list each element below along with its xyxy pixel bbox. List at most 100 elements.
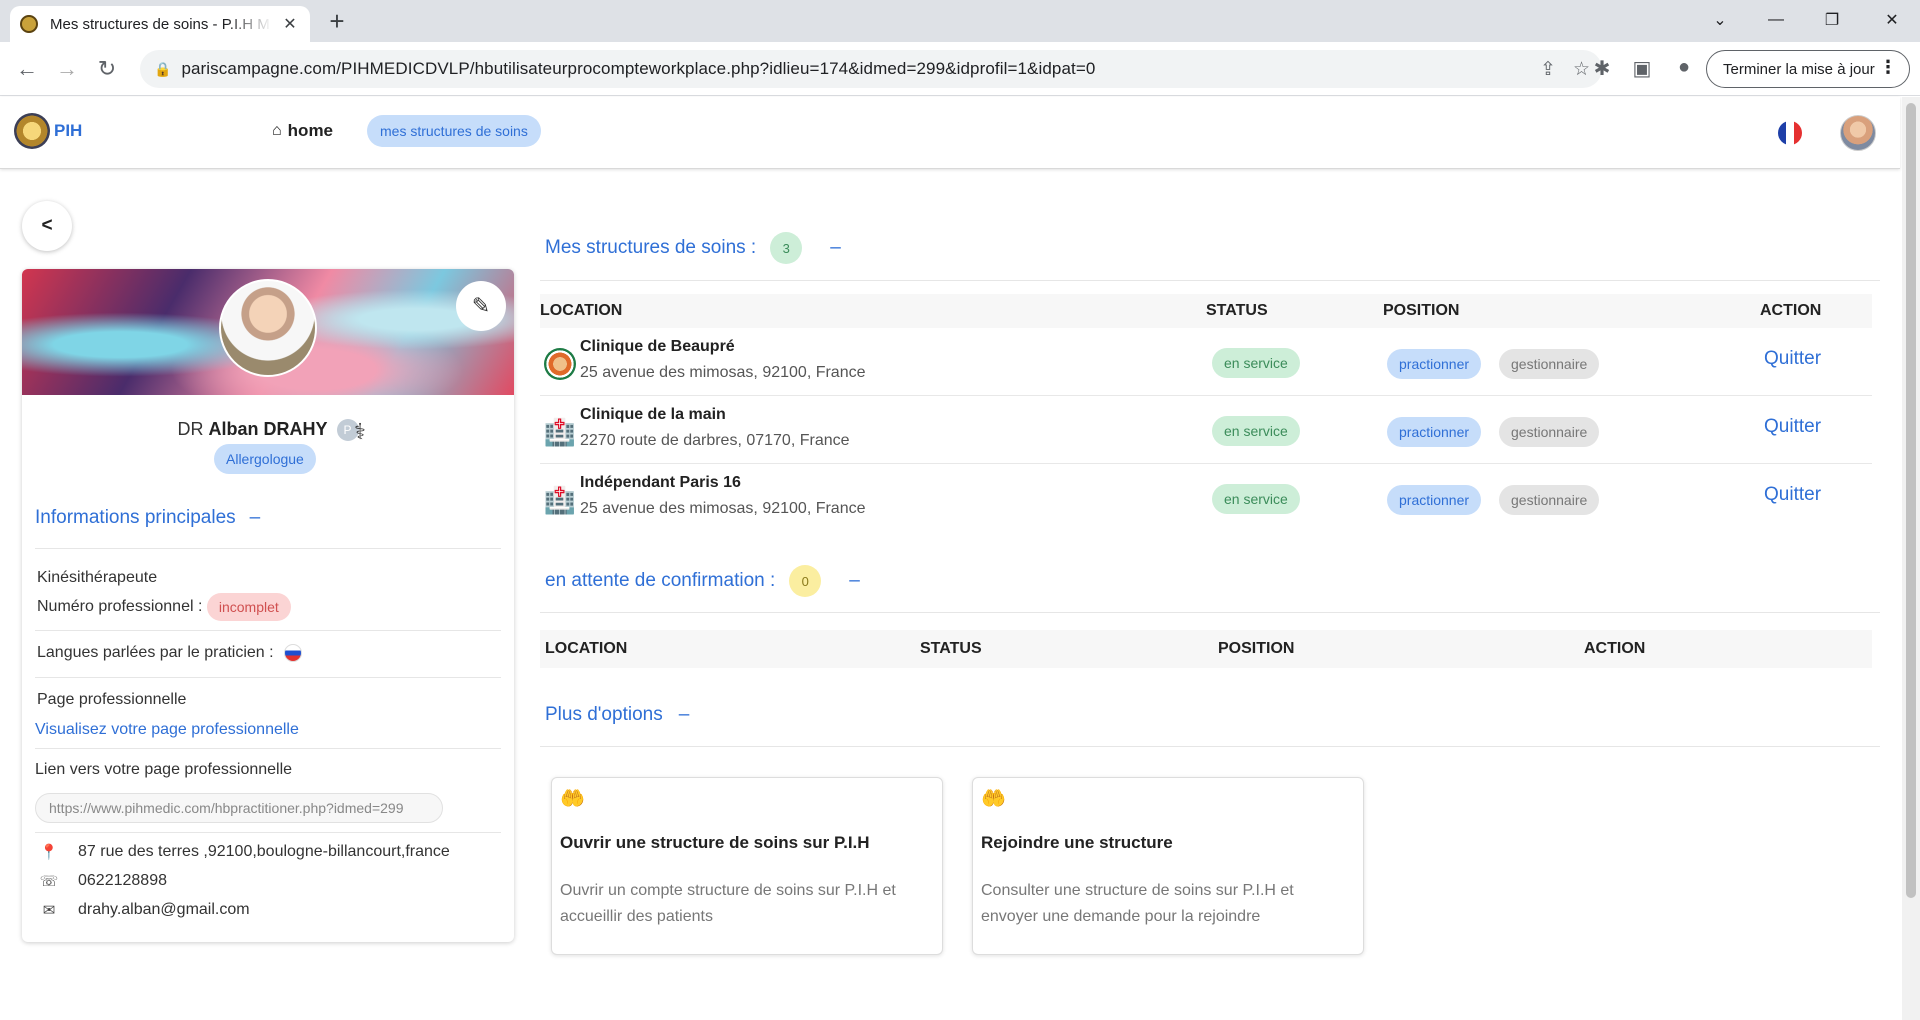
back-icon[interactable]: ← (12, 54, 42, 84)
structure-name: Clinique de Beaupré (580, 338, 735, 355)
main-info-title[interactable]: Informations principales – (35, 507, 260, 529)
doctor-fullname: Alban DRAHY (208, 419, 328, 439)
pro-link-label: Lien vers votre page professionnelle (35, 761, 293, 778)
email-text: drahy.alban@gmail.com (78, 901, 250, 918)
pencil-icon: ✎ (471, 293, 491, 318)
address-text: 87 rue des terres ,92100,boulogne-billan… (78, 843, 450, 860)
structure-address: 2270 route de darbres, 07170, France (580, 432, 850, 449)
side-panel-icon[interactable]: ▣ (1628, 56, 1656, 81)
back-button[interactable]: < (22, 201, 72, 251)
home-icon: ⌂ (272, 122, 282, 139)
address-row: 📍 87 rue des terres ,92100,boulogne-bill… (36, 843, 450, 861)
russian-flag-icon (284, 644, 303, 662)
divider (35, 630, 501, 631)
structures-count-badge: 3 (770, 232, 803, 264)
close-window-icon[interactable]: ✕ (1864, 0, 1920, 40)
quit-link[interactable]: Quitter (1764, 416, 1821, 438)
languages-label: Langues parlées par le praticien : (37, 644, 274, 662)
position-practitioner-badge: practionner (1387, 417, 1482, 447)
col-action: ACTION (1584, 640, 1646, 657)
reload-icon[interactable]: ↻ (92, 54, 122, 84)
extensions-icon[interactable]: ✱ (1588, 56, 1616, 81)
col-status: STATUS (920, 640, 982, 657)
pro-number-label: Numéro professionnel : (37, 598, 203, 616)
pending-count-badge: 0 (789, 565, 822, 597)
email-row: ✉ drahy.alban@gmail.com (36, 901, 250, 919)
profession: Kinésithérapeute (37, 569, 158, 586)
hospital-building-icon: 🏥 (543, 484, 577, 515)
edit-profile-button[interactable]: ✎ (456, 281, 506, 331)
pro-page-link[interactable]: Visualisez votre page professionnelle (35, 721, 299, 739)
doctor-name: DR Alban DRAHY P (22, 419, 514, 442)
options-title[interactable]: Plus d'options – (545, 704, 689, 726)
structures-table-header: LOCATION STATUS POSITION ACTION (540, 294, 1872, 328)
col-action: ACTION (1760, 302, 1822, 319)
quit-link[interactable]: Quitter (1764, 348, 1821, 370)
quit-link[interactable]: Quitter (1764, 484, 1821, 506)
divider (35, 748, 501, 749)
divider (540, 280, 1880, 281)
open-structure-card[interactable]: 🤲 Ouvrir une structure de soins sur P.I.… (551, 777, 943, 955)
omnibox[interactable]: 🔒 pariscampagne.com/PIHMEDICDVLP/hbutili… (140, 50, 1602, 88)
structures-title-label: Mes structures de soins : (545, 237, 757, 258)
forward-icon[interactable]: → (52, 54, 82, 84)
pro-number-status: incomplet (206, 593, 291, 621)
pro-link-field[interactable]: https://www.pihmedic.com/hbpractitioner.… (35, 793, 443, 823)
options-title-label: Plus d'options (545, 704, 663, 725)
col-position: POSITION (1218, 640, 1295, 657)
structure-address: 25 avenue des mimosas, 92100, France (580, 364, 866, 381)
pending-title-label: en attente de confirmation : (545, 570, 776, 591)
collapse-icon[interactable]: – (849, 570, 860, 592)
home-label: home (287, 121, 334, 140)
share-icon[interactable]: ⇪ (1540, 58, 1556, 81)
home-link[interactable]: ⌂ home (272, 121, 333, 141)
pending-table-header: LOCATION STATUS POSITION ACTION (540, 630, 1872, 668)
minimize-icon[interactable]: — (1748, 0, 1804, 40)
lock-icon[interactable]: 🔒 (154, 61, 171, 78)
menu-dots-icon[interactable]: ⋮ (1879, 57, 1897, 78)
scrollbar-thumb[interactable] (1906, 103, 1916, 898)
brand-name[interactable]: PIH (54, 121, 82, 141)
browser-tab[interactable]: Mes structures de soins - P.I.H M ✕ (10, 6, 310, 42)
structures-title[interactable]: Mes structures de soins : 3 – (545, 232, 841, 264)
pending-title[interactable]: en attente de confirmation : 0 – (545, 565, 860, 597)
browser-tabbar: Mes structures de soins - P.I.H M ✕ + ⌄ … (0, 0, 1920, 42)
collapse-icon[interactable]: – (830, 237, 841, 259)
join-structure-card[interactable]: 🤲 Rejoindre une structure Consulter une … (972, 777, 1364, 955)
profile-icon[interactable]: ● (1670, 56, 1698, 79)
location-pin-icon: 📍 (39, 844, 59, 861)
structure-address: 25 avenue des mimosas, 92100, France (580, 500, 866, 517)
email-icon: ✉ (42, 902, 56, 919)
position-practitioner-badge: practionner (1387, 485, 1482, 515)
breadcrumb-structures[interactable]: mes structures de soins (367, 115, 541, 147)
status-badge: en service (1212, 348, 1300, 378)
phone-text: 0622128898 (78, 872, 167, 889)
page-scrollbar[interactable] (1902, 97, 1920, 1020)
new-tab-icon[interactable]: + (322, 8, 352, 34)
collapse-icon[interactable]: – (679, 704, 690, 726)
divider (540, 746, 1880, 747)
tab-search-icon[interactable]: ⌄ (1692, 0, 1748, 40)
doctor-title: DR (177, 419, 204, 439)
position-manager-badge: gestionnaire (1499, 417, 1600, 447)
col-location: LOCATION (545, 640, 628, 657)
card-title: Rejoindre une structure (981, 833, 1173, 852)
french-flag-icon[interactable] (1778, 121, 1802, 145)
status-badge: en service (1212, 416, 1300, 446)
main-info-label: Informations principales (35, 507, 236, 528)
position-practitioner-badge: practionner (1387, 349, 1482, 379)
pro-page-label: Page professionnelle (37, 691, 187, 708)
specialty-badge: Allergologue (214, 444, 316, 474)
pih-logo[interactable] (14, 113, 50, 149)
restore-icon[interactable]: ❐ (1804, 0, 1860, 40)
url-text[interactable]: pariscampagne.com/PIHMEDICDVLP/hbutilisa… (181, 59, 1095, 79)
card-description: Ouvrir un compte structure de soins sur … (560, 882, 896, 925)
close-tab-icon[interactable]: ✕ (280, 14, 300, 34)
col-position: POSITION (1383, 302, 1460, 319)
profile-photo (219, 279, 317, 377)
address-bar: ← → ↻ 🔒 pariscampagne.com/PIHMEDICDVLP/h… (0, 42, 1920, 96)
user-avatar[interactable] (1840, 115, 1876, 151)
collapse-icon[interactable]: – (250, 507, 261, 528)
update-button[interactable]: Terminer la mise à jour ⋮ (1706, 50, 1910, 88)
phone-icon: ☏ (39, 873, 59, 890)
